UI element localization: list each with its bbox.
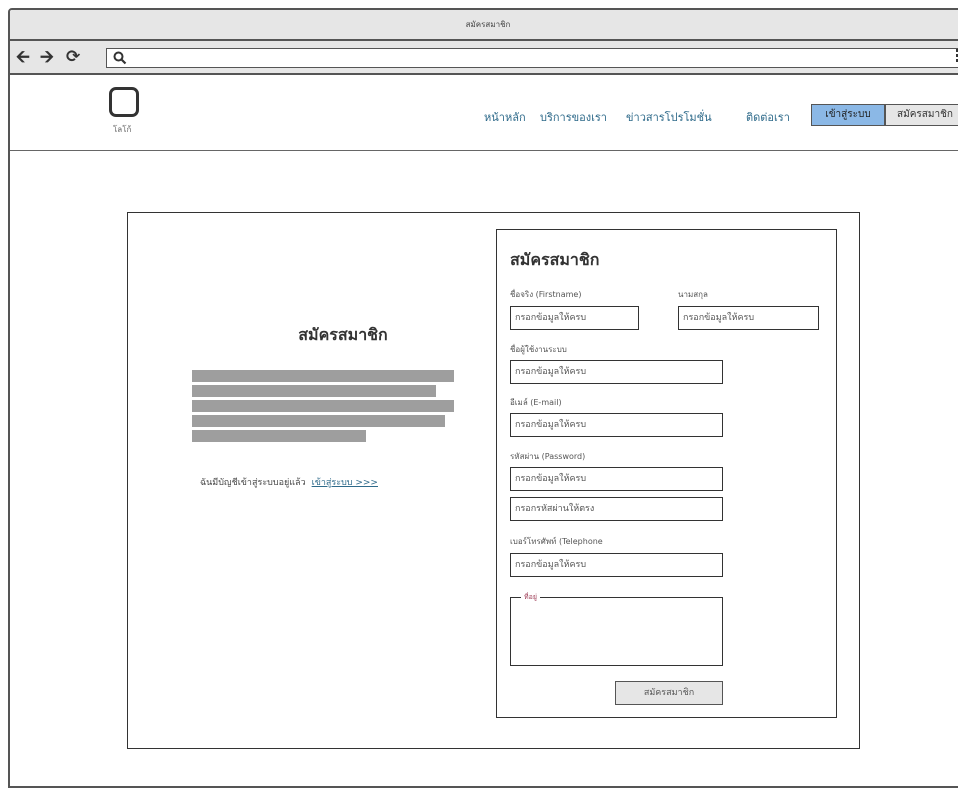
login-button[interactable]: เข้าสู่ระบบ (811, 104, 885, 126)
address-label: ที่อยู่ (521, 592, 540, 603)
logo-label: โลโก้ (113, 125, 132, 134)
nav-contact[interactable]: ติดต่อเรา (746, 108, 790, 126)
signup-card: สมัครสมาชิก ฉันมีบัญชีเข้าสู่ระบบอยู่แล้… (127, 212, 860, 749)
password-field[interactable]: กรอกข้อมูลให้ครบ (510, 467, 723, 491)
nav-services[interactable]: บริการของเรา (540, 108, 607, 126)
placeholder-text-line (192, 415, 445, 427)
logo-icon[interactable] (109, 87, 139, 117)
username-field[interactable]: กรอกข้อมูลให้ครบ (510, 360, 723, 384)
have-account-text: ฉันมีบัญชีเข้าสู่ระบบอยู่แล้ว (200, 478, 306, 488)
window-title: สมัครสมาชิก (10, 10, 958, 41)
browser-toolbar: 🡨 🡪 ⟳ (10, 41, 958, 75)
lastname-field[interactable]: กรอกข้อมูลให้ครบ (678, 306, 819, 330)
placeholder-text-line (192, 430, 366, 442)
reload-icon[interactable]: ⟳ (66, 49, 80, 66)
have-account-line: ฉันมีบัญชีเข้าสู่ระบบอยู่แล้ว เข้าสู่ระบบ… (200, 475, 378, 489)
arrow-left-icon[interactable]: 🡨 (16, 49, 30, 66)
nav-promotions[interactable]: ข่าวสารโปรโมชั่น (626, 108, 712, 126)
browser-window: สมัครสมาชิก 🡨 🡪 ⟳ โลโก้ หน้าหลัก บริการข… (8, 8, 958, 788)
username-label: ชื่อผู้ใช้งานระบบ (510, 345, 567, 354)
phone-field[interactable]: กรอกข้อมูลให้ครบ (510, 553, 723, 577)
address-textarea[interactable]: ที่อยู่ (510, 592, 723, 666)
form-title: สมัครสมาชิก (510, 250, 600, 269)
placeholder-text-line (192, 370, 454, 382)
lastname-label: นามสกุล (678, 290, 708, 299)
left-title: สมัครสมาชิก (298, 325, 388, 344)
arrow-right-icon[interactable]: 🡪 (40, 49, 54, 66)
signup-button[interactable]: สมัครสมาชิก (885, 104, 958, 126)
submit-button[interactable]: สมัครสมาชิก (615, 681, 723, 705)
site-header: โลโก้ หน้าหลัก บริการของเรา ข่าวสารโปรโม… (10, 75, 958, 151)
url-input[interactable] (106, 48, 958, 68)
email-label: อีเมล์ (E-mail) (510, 398, 562, 407)
firstname-label: ชื่อจริง (Firstname) (510, 290, 582, 299)
signup-form: สมัครสมาชิก ชื่อจริง (Firstname) นามสกุล… (496, 229, 837, 718)
nav-home[interactable]: หน้าหลัก (484, 108, 526, 126)
phone-label: เบอร์โทรศัพท์ (Telephone (510, 537, 603, 546)
placeholder-text-line (192, 385, 436, 397)
firstname-field[interactable]: กรอกข้อมูลให้ครบ (510, 306, 639, 330)
login-link[interactable]: เข้าสู่ระบบ >>> (312, 478, 378, 488)
placeholder-text-line (192, 400, 454, 412)
confirm-password-field[interactable]: กรอกรหัสผ่านให้ตรง (510, 497, 723, 521)
password-label: รหัสผ่าน (Password) (510, 452, 586, 461)
search-icon (113, 51, 127, 65)
email-field[interactable]: กรอกข้อมูลให้ครบ (510, 413, 723, 437)
